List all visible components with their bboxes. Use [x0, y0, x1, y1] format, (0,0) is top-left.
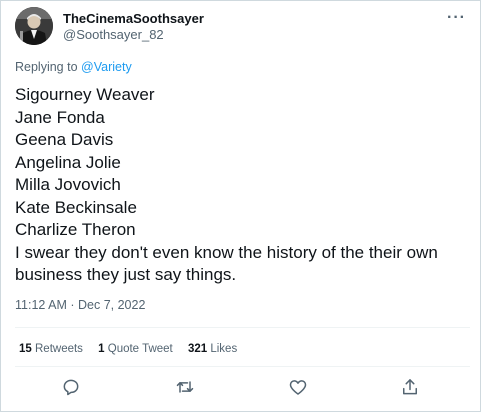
quote-tweets-stat[interactable]: 1 Quote Tweet [98, 343, 173, 355]
quote-tweets-label: Quote Tweet [107, 343, 173, 355]
tweet-text-line: Angelina Jolie [15, 152, 121, 172]
reply-icon[interactable] [61, 377, 83, 399]
tweet-text-line: Charlize Theron [15, 220, 136, 239]
tweet-text: Sigourney Weaver Jane Fonda Geena Davis … [15, 84, 468, 287]
tweet-header: TheCinemaSoothsayer @Soothsayer_82 ··· [15, 7, 470, 47]
replying-mention-link[interactable]: @Variety [81, 60, 132, 74]
tweet-text-line: Jane Fonda [15, 107, 105, 127]
share-icon[interactable] [400, 377, 422, 399]
tweet-text-line: Geena Davis [15, 130, 114, 149]
avatar-image [15, 7, 53, 45]
tweet-text-line: Sigourney Weaver [15, 85, 155, 104]
replying-to: Replying to @Variety [15, 60, 132, 74]
tweet-timestamp[interactable]: 11:12 AM · Dec 7, 2022 [15, 298, 145, 312]
tweet-text-closing: I swear they don't even know the history… [15, 242, 438, 285]
retweets-count: 15 [19, 343, 32, 355]
tweet-text-line: Milla Jovovich [15, 175, 121, 194]
like-icon[interactable] [288, 377, 310, 399]
display-name[interactable]: TheCinemaSoothsayer [63, 11, 204, 26]
replying-prefix: Replying to [15, 60, 78, 74]
retweet-icon[interactable] [175, 377, 197, 399]
divider [15, 327, 470, 328]
divider [15, 366, 470, 367]
likes-stat[interactable]: 321 Likes [188, 343, 237, 355]
tweet-stats: 15 Retweets 1 Quote Tweet 321 Likes [19, 343, 249, 355]
retweets-stat[interactable]: 15 Retweets [19, 343, 83, 355]
quote-tweets-count: 1 [98, 343, 105, 355]
more-icon[interactable]: ··· [447, 9, 466, 27]
user-handle[interactable]: @Soothsayer_82 [63, 27, 164, 42]
likes-label: Likes [210, 343, 238, 355]
tweet-actions [1, 377, 480, 399]
retweets-label: Retweets [35, 343, 83, 355]
likes-count: 321 [187, 343, 208, 355]
avatar[interactable] [15, 7, 53, 45]
tweet-text-line: Kate Beckinsale [15, 197, 137, 217]
tweet-card: TheCinemaSoothsayer @Soothsayer_82 ··· R… [0, 0, 481, 412]
